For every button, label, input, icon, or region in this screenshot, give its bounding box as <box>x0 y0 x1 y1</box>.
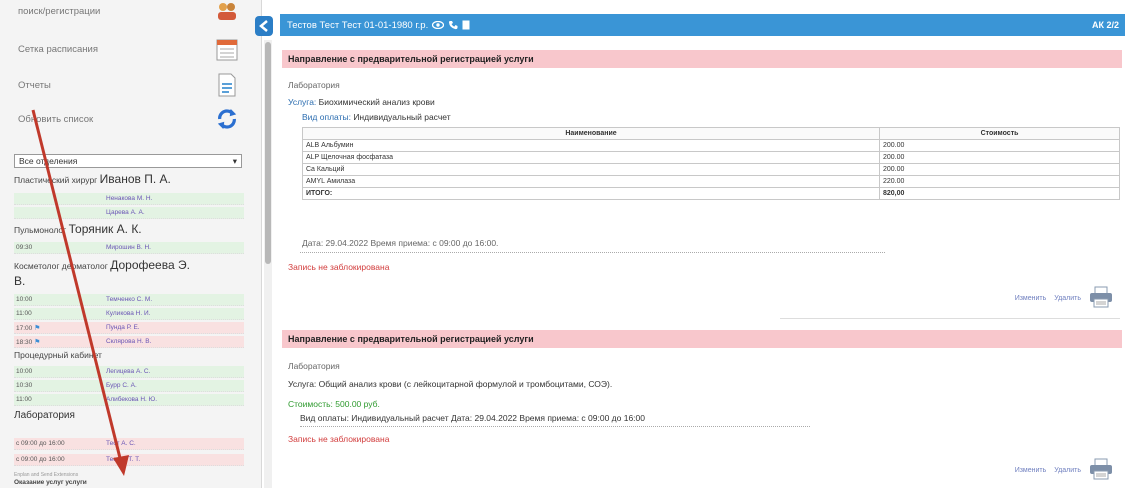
service-item-name: AMYL Амилаза <box>302 175 880 188</box>
services-table: Наименование Стоимость ALB Альбумин 200.… <box>302 127 1120 200</box>
referral-cost: Стоимость: 500.00 руб. <box>288 399 380 409</box>
referral-date: Дата: 29.04.2022 Время приема: с 09:00 д… <box>302 238 499 248</box>
service-item-name: Ca Кальций <box>302 163 880 176</box>
print-icon[interactable] <box>1089 286 1113 310</box>
eye-icon[interactable] <box>432 21 445 29</box>
payment-label: Вид оплаты: <box>302 112 351 122</box>
delete-link[interactable]: Удалить <box>1054 295 1081 302</box>
document-icon[interactable] <box>462 20 470 30</box>
divider <box>300 426 810 427</box>
referral-actions: Изменить Удалить <box>1015 458 1113 482</box>
column-cost-header: Стоимость <box>879 127 1120 140</box>
service-item-cost: 220.00 <box>879 175 1120 188</box>
patient-bar-right: АК 2/2 <box>1091 20 1119 30</box>
referral-status: Запись не заблокирована <box>288 262 390 272</box>
service-name: Биохимический анализ крови <box>318 97 435 107</box>
sidebar-scrollbar-thumb[interactable] <box>265 42 271 264</box>
section-divider <box>780 318 1120 319</box>
service-item-cost: 200.00 <box>879 163 1120 176</box>
service-item-name: ALB Альбумин <box>302 139 880 152</box>
referral-payment: Вид оплаты: Индивидуальный расчет <box>302 112 451 122</box>
collapse-sidebar-button[interactable] <box>255 16 273 36</box>
service-item-cost: 200.00 <box>879 151 1120 164</box>
payment-value: Индивидуальный расчет <box>353 112 451 122</box>
table-row: AMYL Амилаза 220.00 <box>302 175 1120 188</box>
referral-status: Запись не заблокирована <box>288 434 390 444</box>
table-row: ALP Щелочная фосфатаза 200.00 <box>302 151 1120 164</box>
referral-department: Лаборатория <box>288 80 340 90</box>
patient-bar: Тестов Тест Тест 01-01-1980 г.р. АК 2/2 <box>280 14 1125 36</box>
table-row: Ca Кальций 200.00 <box>302 163 1120 176</box>
edit-link[interactable]: Изменить <box>1015 467 1047 474</box>
sidebar: поиск/регистрации Сетка расписания Отчет… <box>0 0 262 488</box>
total-value: 820,00 <box>879 187 1120 200</box>
edit-link[interactable]: Изменить <box>1015 295 1047 302</box>
referral-department: Лаборатория <box>288 361 340 371</box>
referral-service: Услуга: Биохимический анализ крови <box>288 97 435 107</box>
referral-header: Направление с предварительной регистраци… <box>282 50 1122 68</box>
table-row: ALB Альбумин 200.00 <box>302 139 1120 152</box>
referral-header: Направление с предварительной регистраци… <box>282 330 1122 348</box>
patient-title: Тестов Тест Тест 01-01-1980 г.р. <box>287 19 429 31</box>
annotation-arrow-icon <box>31 109 129 476</box>
phone-icon[interactable] <box>448 20 458 30</box>
referral-actions: Изменить Удалить <box>1015 286 1113 310</box>
column-name-header: Наименование <box>302 127 880 140</box>
main-content: Тестов Тест Тест 01-01-1980 г.р. АК 2/2 … <box>280 0 1125 488</box>
table-header-row: Наименование Стоимость <box>302 127 1120 140</box>
chevron-left-icon <box>259 20 268 32</box>
service-label: Услуга: <box>288 97 317 107</box>
total-label: ИТОГО: <box>302 187 880 200</box>
print-icon[interactable] <box>1089 458 1113 482</box>
referral-service: Услуга: Общий анализ крови (с лейкоцитар… <box>288 379 613 389</box>
divider <box>300 252 885 253</box>
service-item-cost: 200.00 <box>879 139 1120 152</box>
service-item-name: ALP Щелочная фосфатаза <box>302 151 880 164</box>
referral-payment: Вид оплаты: Индивидуальный расчет Дата: … <box>300 413 645 423</box>
table-total-row: ИТОГО: 820,00 <box>302 187 1120 200</box>
delete-link[interactable]: Удалить <box>1054 467 1081 474</box>
